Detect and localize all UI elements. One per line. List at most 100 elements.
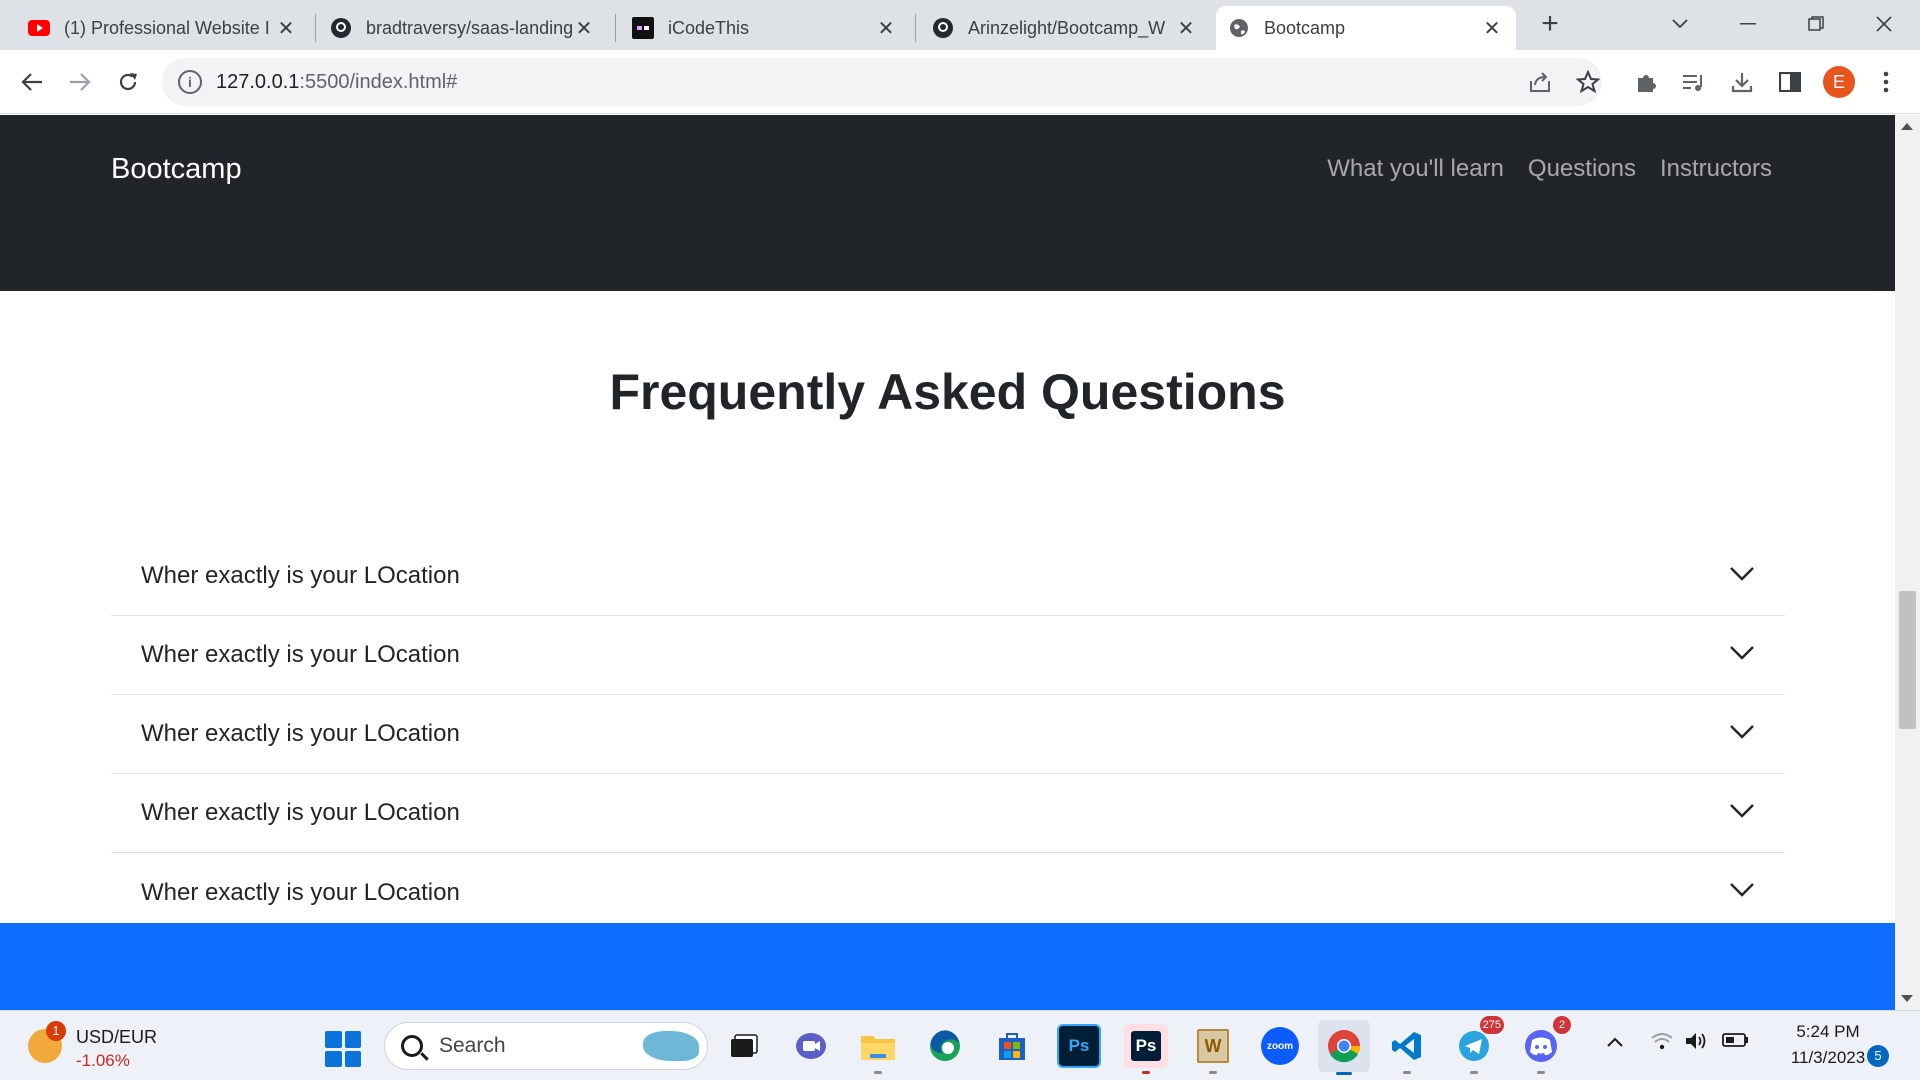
bookmark-star-icon[interactable] [1570,64,1606,100]
nav-link-questions[interactable]: Questions [1528,155,1636,183]
task-view-icon[interactable] [722,1024,766,1068]
tab-icodethis[interactable]: iCodeThis ✕ [620,6,910,50]
show-hidden-icons-chevron[interactable] [1606,1031,1624,1054]
taskbar-search[interactable]: Search [384,1022,708,1070]
accordion-question: Wher exactly is your LOcation [141,878,460,906]
tab-separator [915,14,916,42]
telegram-count-badge: 275 [1479,1016,1504,1034]
faq-accordion: Wher exactly is your LOcation Wher exact… [111,537,1785,932]
close-icon[interactable]: ✕ [1174,16,1198,40]
edge-icon[interactable] [923,1024,967,1068]
menu-kebab-icon[interactable] [1868,64,1904,100]
close-icon[interactable]: ✕ [274,16,298,40]
search-placeholder: Search [439,1034,506,1057]
app-label: Ps [1131,1031,1161,1061]
notification-count-badge[interactable]: 5 [1867,1045,1889,1067]
photoshop-icon[interactable]: Ps [1057,1024,1101,1068]
tab-search-chevron-icon[interactable] [1660,8,1700,40]
accordion-item[interactable]: Wher exactly is your LOcation [111,537,1785,616]
faq-heading: Frequently Asked Questions [609,364,1286,420]
app-indicator [1470,1071,1478,1074]
chrome-icon[interactable] [1318,1020,1370,1075]
tab-title: bradtraversy/saas-landing [366,17,572,38]
new-tab-icon[interactable]: + [1535,9,1565,40]
page-viewport: Bootcamp What you'll learn Questions Ins… [0,115,1895,1010]
wifi-icon[interactable] [1650,1031,1674,1057]
chevron-down-icon [1730,646,1754,660]
icodethis-icon [632,17,654,39]
navbar-links: What you'll learn Questions Instructors [1327,155,1772,183]
chevron-down-icon [1730,567,1754,581]
app-indicator [874,1071,882,1074]
page-scrollbar[interactable] [1895,115,1920,1010]
forward-icon[interactable] [62,64,98,100]
url-text: 127.0.0.1:5500/index.html# [216,71,457,94]
scroll-up-arrow-icon[interactable] [1901,123,1913,130]
back-icon[interactable] [14,64,50,100]
profile-avatar[interactable]: E [1823,66,1855,98]
scroll-down-arrow-icon[interactable] [1901,995,1913,1002]
blue-section [0,923,1895,1010]
youtube-icon [28,17,50,39]
app-indicator [1537,1071,1545,1074]
close-icon[interactable]: ✕ [1480,16,1504,40]
chevron-down-icon [1730,883,1754,897]
navbar-brand[interactable]: Bootcamp [111,153,242,186]
nav-link-instructors[interactable]: Instructors [1660,155,1772,183]
share-icon[interactable] [1522,64,1558,100]
nav-link-what-youll-learn[interactable]: What you'll learn [1327,155,1504,183]
word-icon[interactable]: W [1191,1024,1235,1074]
extensions-icon[interactable] [1628,64,1664,100]
telegram-icon[interactable]: 275 [1452,1016,1504,1074]
file-explorer-icon[interactable] [856,1024,900,1074]
tab-title: iCodeThis [668,17,750,38]
close-icon[interactable]: ✕ [572,16,596,40]
accordion-question: Wher exactly is your LOcation [141,720,460,747]
tab-saas-landing[interactable]: bradtraversy/saas-landing ✕ [318,6,608,50]
app-indicator [1336,1072,1352,1075]
app-label: Ps [1068,1036,1090,1055]
address-bar[interactable]: i 127.0.0.1:5500/index.html# [162,58,1602,106]
accordion-question: Wher exactly is your LOcation [141,799,460,826]
chevron-down-icon [1730,804,1754,818]
discord-icon[interactable]: 2 [1519,1016,1571,1074]
widget-title: USD/EUR [76,1027,158,1047]
photoshop-active-icon[interactable]: Ps [1124,1024,1168,1074]
scrollbar-thumb[interactable] [1899,591,1916,729]
vscode-icon[interactable] [1385,1024,1429,1074]
app-indicator [1209,1071,1217,1074]
finance-widget[interactable]: 1 USD/EUR -1.06% [24,1021,174,1071]
restore-icon[interactable] [1796,8,1836,40]
close-window-icon[interactable] [1864,8,1904,40]
close-icon[interactable]: ✕ [874,16,898,40]
windows-taskbar: 1 USD/EUR -1.06% Search Ps Ps W zoom 275… [0,1010,1920,1080]
tab-title: (1) Professional Website I [64,17,270,38]
tab-bootcamp-repo[interactable]: Arinzelight/Bootcamp_W ✕ [920,6,1210,50]
volume-icon[interactable] [1684,1031,1710,1057]
tab-separator [315,14,316,42]
side-panel-icon[interactable] [1772,64,1808,100]
teams-chat-icon[interactable] [789,1024,833,1068]
github-icon [932,17,954,39]
site-info-icon[interactable]: i [178,70,202,94]
accordion-item[interactable]: Wher exactly is your LOcation [111,695,1785,774]
clock-time: 5:24 PM [1796,1022,1860,1041]
discord-count-badge: 2 [1553,1016,1571,1034]
zoom-icon[interactable]: zoom [1258,1024,1302,1068]
windows-start-icon[interactable] [325,1031,361,1067]
microsoft-store-icon[interactable] [990,1024,1034,1068]
minimize-icon[interactable] [1728,8,1768,40]
accordion-item[interactable]: Wher exactly is your LOcation [111,616,1785,695]
media-control-icon[interactable] [1676,64,1712,100]
tab-bootcamp-active[interactable]: Bootcamp ✕ [1216,6,1516,50]
accordion-item[interactable]: Wher exactly is your LOcation [111,853,1785,932]
battery-icon[interactable] [1722,1031,1750,1055]
accordion-item[interactable]: Wher exactly is your LOcation [111,774,1785,853]
download-icon[interactable] [1724,64,1760,100]
search-highlight-image [643,1031,699,1061]
reload-icon[interactable] [110,64,146,100]
app-indicator [1142,1071,1150,1074]
app-label: zoom [1261,1027,1299,1065]
accordion-question: Wher exactly is your LOcation [141,562,460,589]
tab-youtube[interactable]: (1) Professional Website I ✕ [16,6,310,50]
